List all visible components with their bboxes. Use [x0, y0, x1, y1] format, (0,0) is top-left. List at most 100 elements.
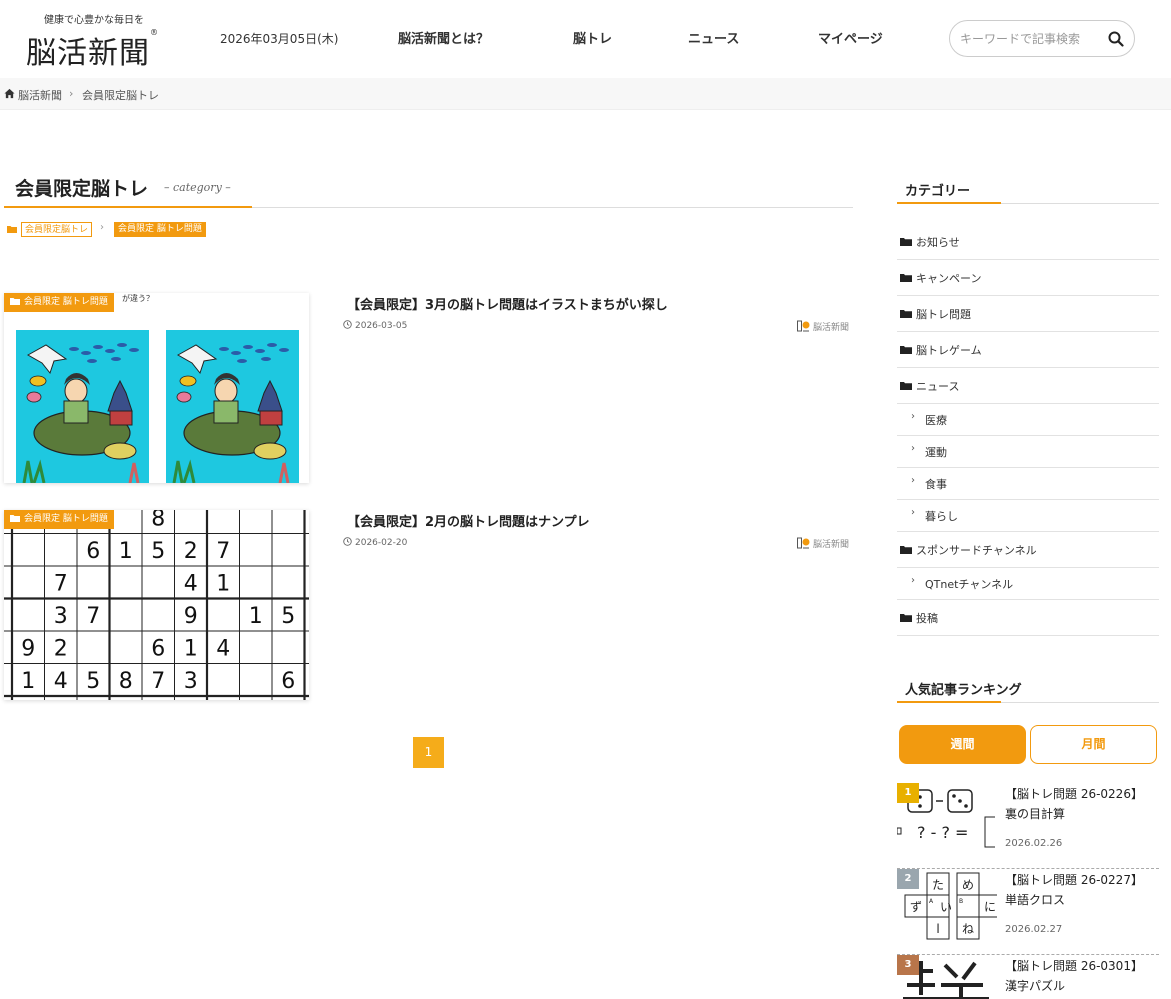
- sudoku-digit: 1: [249, 604, 263, 629]
- sidebar-item-subcategory[interactable]: › QTnetチャンネル: [897, 568, 1159, 600]
- crossword-char: B: [959, 898, 963, 905]
- category-badge[interactable]: 会員限定 脳トレ問題: [4, 293, 114, 312]
- tag-separator: ›: [100, 222, 104, 233]
- folder-icon: [900, 238, 912, 246]
- nav-brain-training[interactable]: 脳トレ: [573, 28, 612, 47]
- ranking-title-line2: 裏の目計算: [1005, 807, 1066, 821]
- sidebar-item-subcategory[interactable]: › 運動: [897, 436, 1159, 468]
- category-heading-text: カテゴリー: [905, 184, 971, 199]
- ranking-title[interactable]: 【脳トレ問題 26-0227】 単語クロス: [1005, 870, 1143, 910]
- category-label: スポンサードチャンネル: [916, 544, 1037, 557]
- article-thumbnail[interactable]: 会員限定 脳トレ問題 が違う？: [4, 293, 309, 483]
- ranking-thumbnail[interactable]: ためずAいBにlね 2: [897, 869, 997, 943]
- rank-badge-2: 2: [897, 869, 919, 889]
- category-badge[interactable]: 会員限定 脳トレ問題: [4, 510, 114, 529]
- sudoku-digit: 1: [184, 636, 198, 661]
- search-input[interactable]: [960, 30, 1100, 48]
- folder-icon: [10, 515, 20, 522]
- sudoku-digit: 3: [184, 669, 198, 694]
- sidebar-item-category[interactable]: お知らせ: [897, 224, 1159, 260]
- folder-icon: [7, 226, 17, 233]
- category-label: お知らせ: [916, 236, 960, 249]
- sudoku-digit: 6: [151, 636, 165, 661]
- ranking-title-line1: 【脳トレ問題 26-0227】: [1005, 873, 1143, 887]
- sidebar-item-subcategory[interactable]: › 食事: [897, 468, 1159, 500]
- chevron-right-icon: ›: [911, 411, 915, 422]
- folder-icon: [900, 614, 912, 622]
- sudoku-digit: 1: [21, 669, 35, 694]
- article-thumbnail[interactable]: 会員限定 脳トレ問題 86152774137915926141458736: [4, 510, 309, 700]
- article-card[interactable]: 会員限定 脳トレ問題 86152774137915926141458736 【会…: [4, 510, 849, 700]
- article-author-name: 脳活新聞: [812, 540, 849, 550]
- sudoku-digit: 5: [86, 669, 100, 694]
- breadcrumb-home[interactable]: 脳活新聞: [18, 87, 62, 103]
- category-label: 運動: [925, 446, 947, 459]
- ranking-date: 2026.02.27: [1005, 924, 1063, 935]
- sudoku-digit: 7: [86, 604, 100, 629]
- folder-icon: [10, 298, 20, 305]
- sudoku-digit: 4: [54, 669, 68, 694]
- category-badge-label: 会員限定 脳トレ問題: [24, 297, 108, 307]
- ranking-item[interactable]: ? - ? = 1 【脳トレ問題 26-0226】 裏の目計算 2026.02.2…: [897, 783, 1159, 869]
- sudoku-digit: 2: [54, 636, 68, 661]
- breadcrumb-separator: ›: [69, 87, 74, 100]
- equation-text: ? - ? =: [917, 823, 968, 842]
- page-title: 会員限定脳トレ: [15, 178, 149, 200]
- category-tag-parent[interactable]: 会員限定脳トレ: [21, 222, 93, 237]
- registered-mark: ®: [150, 28, 159, 37]
- article-card[interactable]: 会員限定 脳トレ問題 が違う？ 【会員限定】3月の脳トレ問題はイラストまちがい探…: [4, 293, 849, 483]
- ranking-item[interactable]: 3 【脳トレ問題 26-0301】 漢字パズル: [897, 955, 1159, 999]
- folder-icon: [900, 546, 912, 554]
- ranking-thumbnail[interactable]: 3: [897, 955, 997, 999]
- ranking-title[interactable]: 【脳トレ問題 26-0226】 裏の目計算: [1005, 784, 1143, 824]
- nav-news[interactable]: ニュース: [688, 28, 739, 47]
- sudoku-digit: 6: [281, 669, 295, 694]
- site-logo[interactable]: 健康で心豊かな毎日を 脳活新聞®: [26, 10, 176, 72]
- breadcrumb: 脳活新聞 › 会員限定脳トレ: [0, 78, 1171, 110]
- folder-icon: [900, 274, 912, 282]
- logo-text: 脳活新聞®: [26, 28, 159, 72]
- ranking-item[interactable]: ためずAいBにlね 2 【脳トレ問題 26-0227】 単語クロス 2026.02…: [897, 869, 1159, 955]
- search-box: [949, 20, 1135, 57]
- sudoku-grid: 86 1 5 2 77 4 13 7 9 1 59 2 6 1 41 4 5 8 7 3 6: [4, 510, 309, 700]
- sidebar-item-subcategory[interactable]: › 暮らし: [897, 500, 1159, 532]
- ranking-title[interactable]: 【脳トレ問題 26-0301】 漢字パズル: [1005, 956, 1143, 996]
- chevron-right-icon: ›: [911, 443, 915, 454]
- nav-mypage[interactable]: マイページ: [818, 28, 883, 47]
- nav-about[interactable]: 脳活新聞とは？: [398, 28, 489, 47]
- clock-icon: [343, 537, 352, 546]
- article-date: 2026-02-20: [343, 537, 407, 548]
- article-title[interactable]: 【会員限定】3月の脳トレ問題はイラストまちがい探し: [347, 294, 668, 313]
- sidebar-item-category[interactable]: 脳トレ問題: [897, 296, 1159, 332]
- sidebar-item-category[interactable]: 投稿: [897, 600, 1159, 636]
- pagination-page-1[interactable]: 1: [413, 737, 444, 768]
- home-icon: [4, 88, 15, 99]
- sidebar-item-subcategory[interactable]: › 医療: [897, 404, 1159, 436]
- rank-badge-1: 1: [897, 783, 919, 803]
- ranking-title-line2: 単語クロス: [1005, 893, 1066, 907]
- sidebar-item-category[interactable]: キャンペーン: [897, 260, 1159, 296]
- category-tag-current[interactable]: 会員限定 脳トレ問題: [114, 222, 206, 237]
- search-icon[interactable]: [1108, 31, 1124, 47]
- rank-badge-3: 3: [897, 955, 919, 975]
- sidebar-item-category[interactable]: スポンサードチャンネル: [897, 532, 1159, 568]
- sudoku-digit: 7: [216, 539, 230, 564]
- ranking-title-line1: 【脳トレ問題 26-0226】: [1005, 787, 1143, 801]
- article-title[interactable]: 【会員限定】2月の脳トレ問題はナンプレ: [347, 511, 590, 530]
- sidebar-item-category[interactable]: 脳トレゲーム: [897, 332, 1159, 368]
- sudoku-digit: 1: [119, 539, 133, 564]
- ranking-thumbnail[interactable]: ? - ? = 1: [897, 783, 997, 857]
- page-heading: 会員限定脳トレ – category –: [4, 168, 853, 208]
- sudoku-digit: 3: [54, 604, 68, 629]
- sudoku-digit: 9: [21, 636, 35, 661]
- category-label: 暮らし: [925, 510, 958, 523]
- ranking-tab-weekly[interactable]: 週間: [899, 725, 1026, 764]
- sidebar-item-category[interactable]: ニュース: [897, 368, 1159, 404]
- crossword-char: ね: [962, 922, 974, 936]
- article-date-text: 2026-03-05: [355, 321, 408, 331]
- ranking-tab-monthly[interactable]: 月間: [1030, 725, 1157, 764]
- article-author-name: 脳活新聞: [812, 323, 849, 333]
- ranking-title-line2: 漢字パズル: [1005, 979, 1066, 993]
- logo-tagline: 健康で心豊かな毎日を: [44, 15, 144, 26]
- folder-icon: [900, 310, 912, 318]
